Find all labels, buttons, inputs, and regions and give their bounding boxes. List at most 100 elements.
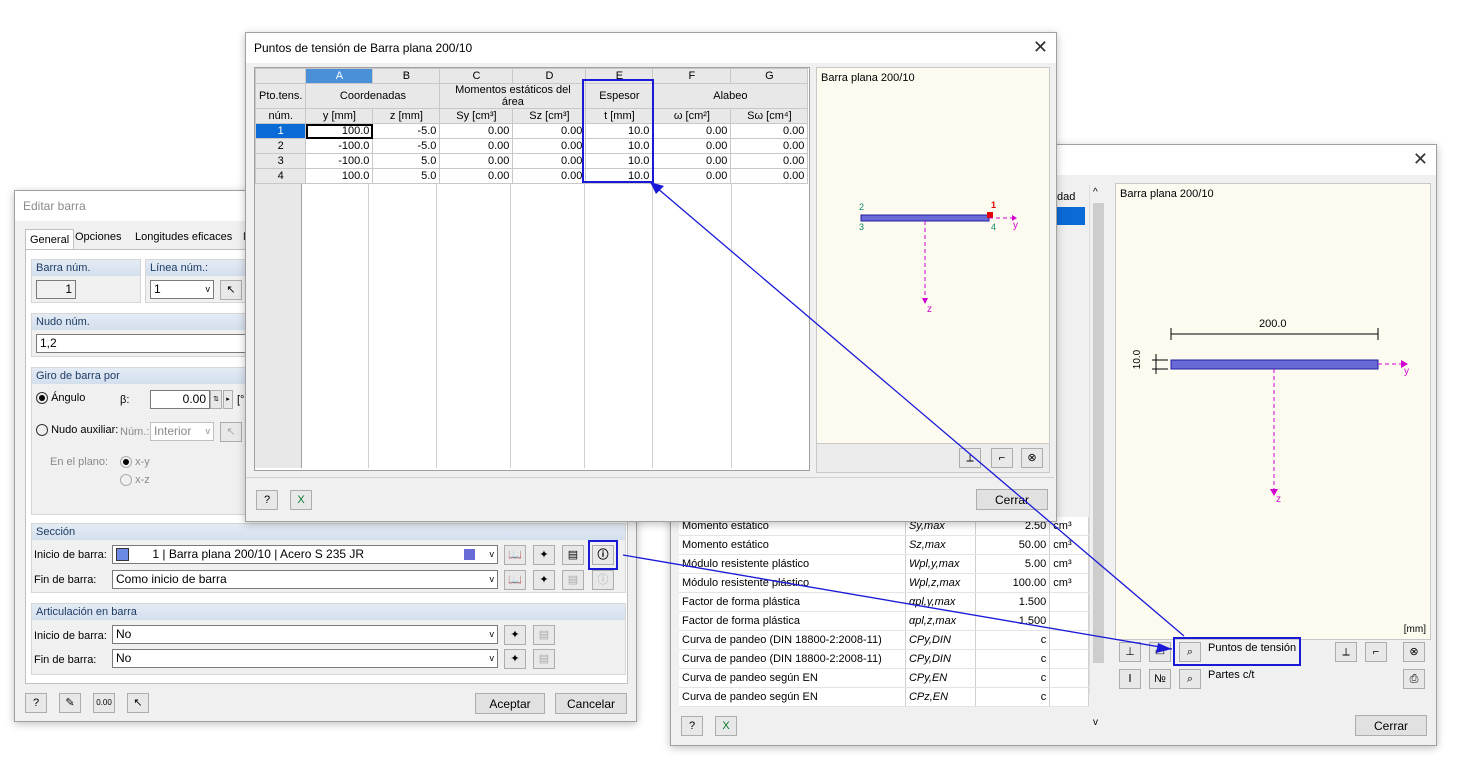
table-row[interactable]: 3 -100.0 5.0 0.00 0.00 10.0 0.00 0.00 bbox=[254, 153, 809, 169]
table-cell-n[interactable]: 3 bbox=[254, 153, 307, 169]
table-cell-w[interactable]: 0.00 bbox=[652, 168, 732, 184]
table-row[interactable]: Módulo resistente plástico Wpl,y,max 5.00 c… bbox=[679, 554, 1089, 574]
table-row[interactable]: Curva de pandeo (DIN 18800-2:2008-11) CPy… bbox=[679, 630, 1089, 650]
edit-hinge-start-icon[interactable]: ▤ bbox=[533, 625, 555, 645]
excel-export-icon[interactable]: X bbox=[715, 716, 737, 736]
axis-icon[interactable]: ⟂ bbox=[959, 448, 981, 468]
help-icon[interactable]: ? bbox=[25, 693, 47, 713]
table-cell-sw[interactable]: 0.00 bbox=[730, 138, 809, 154]
table-row[interactable]: Curva de pandeo (DIN 18800-2:2008-11) CPy… bbox=[679, 649, 1089, 669]
scroll-down-icon[interactable]: v bbox=[1093, 717, 1098, 728]
scroll-up-icon[interactable]: ^ bbox=[1093, 187, 1098, 198]
line-number-select[interactable]: 1v bbox=[150, 280, 214, 299]
table-cell-z[interactable]: -5.0 bbox=[372, 123, 441, 139]
section-icon[interactable]: Ⅰ bbox=[1119, 669, 1141, 689]
table-row[interactable]: Factor de forma plástica αpl,z,max 1.500 bbox=[679, 611, 1089, 631]
close-icon[interactable]: ✕ bbox=[1413, 149, 1428, 170]
table-cell-y[interactable]: 100.0 bbox=[305, 123, 374, 139]
zoom-icon[interactable]: ⊗ bbox=[1403, 642, 1425, 662]
aceptar-button[interactable]: Aceptar bbox=[475, 693, 545, 714]
member-number-field[interactable]: 1 bbox=[36, 280, 76, 299]
table-cell-sy[interactable]: 0.00 bbox=[439, 138, 514, 154]
table-cell-n[interactable]: 2 bbox=[254, 138, 307, 154]
table-cell-n[interactable]: 4 bbox=[254, 168, 307, 184]
table-cell-z[interactable]: 5.0 bbox=[372, 153, 441, 169]
pick-node-icon[interactable]: ↖ bbox=[220, 422, 242, 442]
section-end-info-icon[interactable]: ⓘ bbox=[592, 570, 614, 590]
aux-node-select[interactable]: Interior v bbox=[150, 422, 214, 441]
col-d[interactable]: D bbox=[512, 68, 587, 84]
table-icon[interactable]: ▭ bbox=[1149, 642, 1171, 662]
cerrar-button[interactable]: Cerrar bbox=[1355, 715, 1427, 736]
new-hinge-end-icon[interactable]: ✦ bbox=[504, 649, 526, 669]
table-cell-w[interactable]: 0.00 bbox=[652, 138, 732, 154]
table-cell-sy[interactable]: 0.00 bbox=[439, 153, 514, 169]
new-section-icon[interactable]: ✦ bbox=[533, 545, 555, 565]
close-icon[interactable]: ✕ bbox=[1033, 37, 1048, 58]
table-cell-sz[interactable]: 0.00 bbox=[512, 168, 587, 184]
table-cell-sw[interactable]: 0.00 bbox=[730, 153, 809, 169]
table-cell-y[interactable]: -100.0 bbox=[305, 153, 374, 169]
table-cell-sz[interactable]: 0.00 bbox=[512, 153, 587, 169]
table-cell-sz[interactable]: 0.00 bbox=[512, 123, 587, 139]
units-icon[interactable]: 0.00 bbox=[93, 693, 115, 713]
section-end-library-icon[interactable]: 📖 bbox=[504, 570, 526, 590]
col-b[interactable]: B bbox=[372, 68, 441, 84]
col-a[interactable]: A bbox=[305, 68, 374, 84]
edit-hinge-end-icon[interactable]: ▤ bbox=[533, 649, 555, 669]
table-row[interactable]: 1 100.0 -5.0 0.00 0.00 10.0 0.00 0.00 bbox=[254, 123, 809, 139]
node-number-field[interactable]: 1,2 bbox=[36, 334, 248, 353]
table-cell-sy[interactable]: 0.00 bbox=[439, 123, 514, 139]
table-row[interactable]: Factor de forma plástica αpl,y,max 1.500 bbox=[679, 592, 1089, 612]
plane-xz-radio[interactable]: x-z bbox=[120, 474, 150, 487]
table-cell-w[interactable]: 0.00 bbox=[652, 123, 732, 139]
table-cell-y[interactable]: 100.0 bbox=[305, 168, 374, 184]
section-end-select[interactable]: Como inicio de barra v bbox=[112, 570, 498, 589]
table-cell-n[interactable]: 1 bbox=[254, 123, 307, 139]
new-hinge-start-icon[interactable]: ✦ bbox=[504, 625, 526, 645]
edit-icon[interactable]: ✎ bbox=[59, 693, 81, 713]
tab-opciones[interactable]: Opciones bbox=[75, 231, 121, 243]
table-cell-w[interactable]: 0.00 bbox=[652, 153, 732, 169]
section-end-new-icon[interactable]: ✦ bbox=[533, 570, 555, 590]
excel-export-icon[interactable]: X bbox=[290, 490, 312, 510]
table-row[interactable]: 2 -100.0 -5.0 0.00 0.00 10.0 0.00 0.00 bbox=[254, 138, 809, 154]
angle-radio[interactable]: Ángulo bbox=[36, 392, 85, 405]
beta-input[interactable]: 0.00 bbox=[150, 390, 210, 409]
table-cell-sy[interactable]: 0.00 bbox=[439, 168, 514, 184]
numbering-icon[interactable]: № bbox=[1149, 669, 1171, 689]
tab-longitudes[interactable]: Longitudes eficaces bbox=[135, 231, 232, 243]
vertical-scrollbar[interactable]: ^ v bbox=[1089, 185, 1107, 728]
hinge-start-select[interactable]: No v bbox=[112, 625, 498, 644]
pick-icon[interactable]: ↖ bbox=[127, 693, 149, 713]
coordinate-icon[interactable]: ⌐ bbox=[991, 448, 1013, 468]
beta-spinner[interactable]: ⇅ bbox=[210, 390, 222, 409]
coordinate-icon[interactable]: ⌐ bbox=[1365, 642, 1387, 662]
cancelar-button[interactable]: Cancelar bbox=[555, 693, 627, 714]
section-end-edit-icon[interactable]: ▤ bbox=[562, 570, 584, 590]
col-c[interactable]: C bbox=[439, 68, 514, 84]
aux-node-radio[interactable]: Nudo auxiliar: bbox=[36, 424, 118, 437]
col-f[interactable]: F bbox=[652, 68, 732, 84]
axis-icon[interactable]: ⟂ bbox=[1335, 642, 1357, 662]
table-row[interactable]: Curva de pandeo según EN CPz,EN c bbox=[679, 687, 1089, 707]
table-row[interactable]: Momento estático Sz,max 50.00 cm³ bbox=[679, 535, 1089, 555]
table-cell-sz[interactable]: 0.00 bbox=[512, 138, 587, 154]
parts-label[interactable]: Partes c/t bbox=[1208, 669, 1254, 681]
zoom-icon[interactable]: ⊗ bbox=[1021, 448, 1043, 468]
edit-section-icon[interactable]: ▤ bbox=[562, 545, 584, 565]
table-cell-y[interactable]: -100.0 bbox=[305, 138, 374, 154]
beta-more-icon[interactable]: ▸ bbox=[223, 390, 233, 409]
cerrar-button[interactable]: Cerrar bbox=[976, 489, 1048, 510]
print-icon[interactable]: ⎙ bbox=[1403, 669, 1425, 689]
pick-line-icon[interactable]: ↖ bbox=[220, 280, 242, 300]
help-icon[interactable]: ? bbox=[256, 490, 278, 510]
plane-xy-radio[interactable]: x-y bbox=[120, 456, 150, 469]
table-cell-sw[interactable]: 0.00 bbox=[730, 123, 809, 139]
hinge-end-select[interactable]: No v bbox=[112, 649, 498, 668]
parts-icon[interactable]: ⌕ bbox=[1179, 669, 1201, 689]
section-start-select[interactable]: 1 | Barra plana 200/10 | Acero S 235 JR … bbox=[112, 545, 498, 564]
table-row[interactable]: Módulo resistente plástico Wpl,z,max 100.0… bbox=[679, 573, 1089, 593]
scroll-thumb[interactable] bbox=[1093, 203, 1104, 663]
tab-general[interactable]: General bbox=[25, 229, 75, 250]
